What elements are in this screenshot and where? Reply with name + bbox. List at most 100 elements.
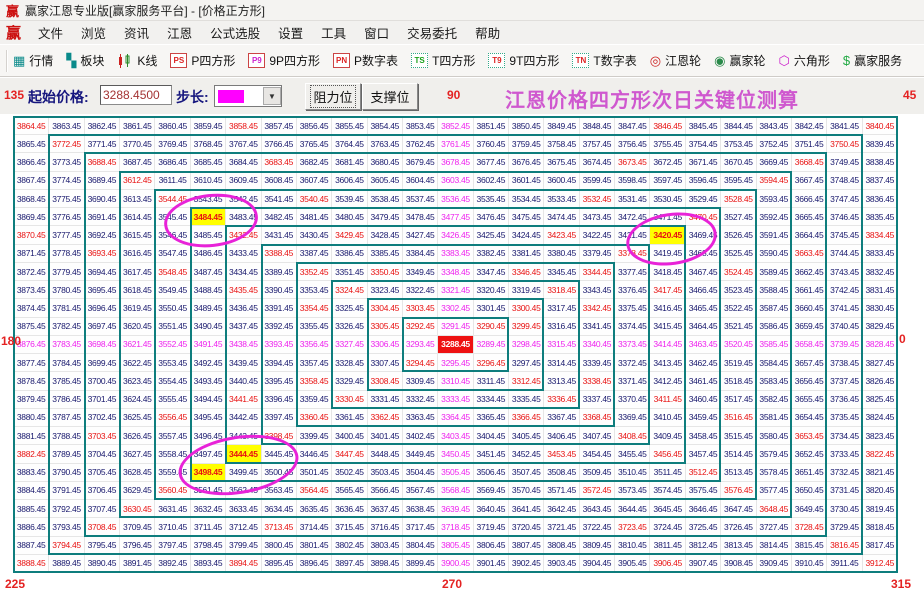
grid-cell: 3330.45 [332, 391, 367, 409]
toolbar-button-赢家服务[interactable]: $赢家服务 [843, 52, 902, 69]
toolbar-button-赢家轮[interactable]: ◉赢家轮 [714, 52, 765, 69]
grid-cell: 3460.45 [686, 391, 721, 409]
grid-cell: 3457.45 [686, 445, 721, 463]
menu-item-公式选股[interactable]: 公式选股 [201, 21, 269, 44]
start-price-input[interactable] [100, 85, 172, 105]
menu-item-工具[interactable]: 工具 [312, 21, 355, 44]
toolbar-button-行情[interactable]: ▦行情 [13, 52, 53, 69]
toolbar-button-板块[interactable]: ▚ 板块 [66, 52, 104, 69]
winner-wheel-icon: ◉ [714, 54, 725, 67]
grid-cell: 3563.45 [262, 482, 297, 500]
grid-cell: 3402.45 [403, 427, 438, 445]
grid-cell: 3690.45 [85, 190, 120, 208]
grid-cell: 3516.45 [721, 409, 756, 427]
grid-cell: 3800.45 [262, 537, 297, 555]
grid-cell: 3553.45 [155, 354, 190, 372]
grid-cell: 3726.45 [721, 518, 756, 536]
grid-cell: 3524.45 [721, 263, 756, 281]
grid-cell: 3825.45 [863, 391, 898, 409]
grid-cell: 3339.45 [580, 354, 615, 372]
grid-cell: 3701.45 [85, 391, 120, 409]
toolbar-button-T数字表[interactable]: TNT数字表 [572, 52, 636, 69]
grid-cell: 3784.45 [49, 354, 84, 372]
toolbar-button-K线[interactable]: K线 [117, 52, 157, 69]
blocks-icon: ▚ [66, 54, 76, 67]
toolbar-label: 板块 [80, 52, 104, 69]
grid-cell: 3290.45 [474, 318, 509, 336]
grid-cell: 3732.45 [827, 464, 862, 482]
support-button[interactable]: 支撑位 [362, 83, 418, 110]
grid-cell: 3883.45 [14, 464, 49, 482]
grid-cell: 3329.45 [332, 372, 367, 390]
window-title: 赢家江恩专业版[赢家服务平台] - [价格正方形] [25, 2, 265, 19]
grid-cell: 3626.45 [120, 427, 155, 445]
grid-cell: 3463.45 [686, 336, 721, 354]
menu-item-帮助[interactable]: 帮助 [466, 21, 509, 44]
toolbar-button-9P四方形[interactable]: P99P四方形 [248, 52, 320, 69]
grid-cell: 3855.45 [332, 117, 367, 135]
grid-cell: 3444.45 [226, 445, 261, 463]
grid-cell: 3354.45 [297, 299, 332, 317]
grid-cell: 3351.45 [332, 263, 367, 281]
grid-cell: 3332.45 [403, 391, 438, 409]
toolbar-button-六角形[interactable]: ⬡六角形 [778, 52, 829, 69]
menu-item-窗口[interactable]: 窗口 [355, 21, 398, 44]
toolbar-button-江恩轮[interactable]: ◎江恩轮 [650, 52, 701, 69]
grid-cell: 3627.45 [120, 445, 155, 463]
grid-cell: 3333.45 [438, 391, 473, 409]
grid-cell: 3773.45 [49, 153, 84, 171]
grid-cell: 3682.45 [297, 153, 332, 171]
grid-cell: 3357.45 [297, 354, 332, 372]
grid-cell: 3755.45 [650, 135, 685, 153]
menu-item-设置[interactable]: 设置 [269, 21, 312, 44]
grid-cell: 3769.45 [155, 135, 190, 153]
grid-cell: 3865.45 [14, 135, 49, 153]
menu-item-资讯[interactable]: 资讯 [115, 21, 158, 44]
grid-cell: 3602.45 [474, 172, 509, 190]
grid-cell: 3692.45 [85, 226, 120, 244]
toolbar-label: 9P四方形 [269, 52, 320, 69]
grid-cell: 3492.45 [191, 354, 226, 372]
grid-cell: 3844.45 [721, 117, 756, 135]
grid-cell: 3846.45 [650, 117, 685, 135]
menu-item-交易委托[interactable]: 交易委托 [398, 21, 466, 44]
grid-cell: 3428.45 [368, 226, 403, 244]
toolbar-button-T四方形[interactable]: TST四方形 [411, 52, 475, 69]
grid-cell: 3362.45 [368, 409, 403, 427]
resistance-button[interactable]: 阻力位 [305, 83, 361, 110]
grid-cell: 3597.45 [650, 172, 685, 190]
menu-item-文件[interactable]: 文件 [29, 21, 72, 44]
grid-cell: 3391.45 [262, 299, 297, 317]
grid-cell: 3786.45 [49, 391, 84, 409]
menu-item-浏览[interactable]: 浏览 [72, 21, 115, 44]
grid-cell: 3347.45 [474, 263, 509, 281]
grid-cell: 3299.45 [509, 318, 544, 336]
grid-cell: 3312.45 [509, 372, 544, 390]
grid-cell: 3782.45 [49, 318, 84, 336]
dropdown-arrow-icon[interactable]: ▼ [263, 87, 281, 105]
grid-cell: 3837.45 [863, 172, 898, 190]
step-dropdown[interactable]: ▼ [214, 85, 282, 107]
grid-cell: 3775.45 [49, 190, 84, 208]
toolbar-button-9T四方形[interactable]: T99T四方形 [488, 52, 559, 69]
grid-cell: 3904.45 [580, 555, 615, 573]
grid-cell: 3430.45 [297, 226, 332, 244]
grid-cell: 3879.45 [14, 391, 49, 409]
menu-item-江恩[interactable]: 江恩 [158, 21, 201, 44]
grid-cell: 3307.45 [368, 354, 403, 372]
grid-cell: 3845.45 [686, 117, 721, 135]
grid-cell: 3746.45 [827, 208, 862, 226]
grid-cell: 3630.45 [120, 500, 155, 518]
grid-cell: 3839.45 [863, 135, 898, 153]
grid-cell: 3487.45 [191, 263, 226, 281]
grid-cell: 3911.45 [827, 555, 862, 573]
grid-cell: 3880.45 [14, 409, 49, 427]
toolbar-button-P数字表[interactable]: PNP数字表 [333, 52, 398, 69]
grid-cell: 3699.45 [85, 354, 120, 372]
grid-cell: 3525.45 [721, 245, 756, 263]
grid-cell: 3670.45 [721, 153, 756, 171]
grid-cell: 3877.45 [14, 354, 49, 372]
toolbar-button-P四方形[interactable]: PSP四方形 [170, 52, 235, 69]
grid-cell: 3436.45 [226, 299, 261, 317]
grid-cell: 3621.45 [120, 336, 155, 354]
